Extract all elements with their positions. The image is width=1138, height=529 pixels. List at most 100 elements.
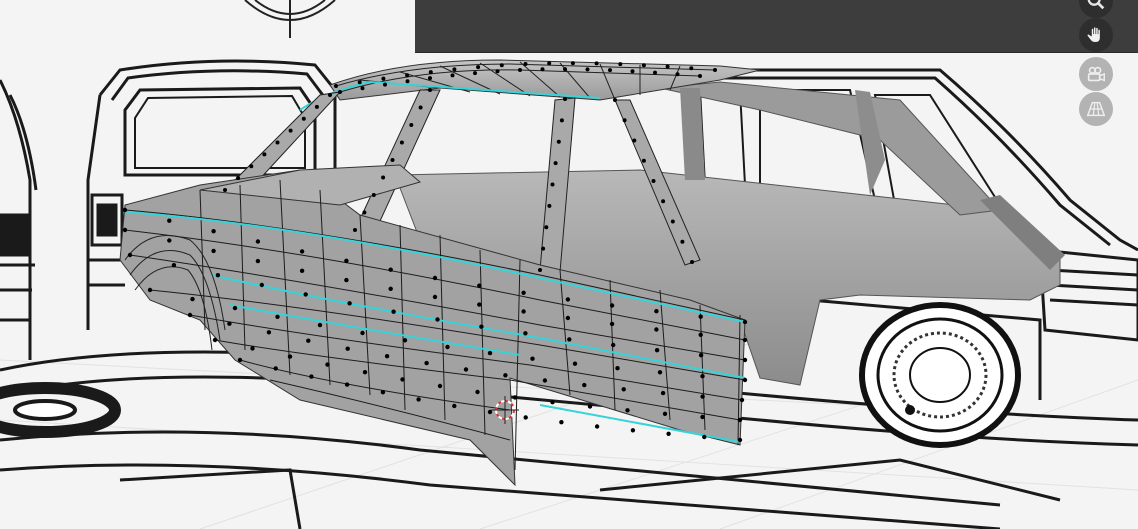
mesh-vertex[interactable]	[357, 80, 362, 85]
mesh-vertex[interactable]	[360, 330, 365, 336]
mesh-vertex[interactable]	[521, 309, 526, 314]
mesh-vertex[interactable]	[167, 218, 172, 223]
mesh-vertex[interactable]	[306, 338, 311, 343]
mesh-vertex[interactable]	[187, 312, 193, 318]
mesh-vertex[interactable]	[742, 319, 748, 325]
mesh-vertex[interactable]	[249, 164, 254, 169]
mesh-vertex[interactable]	[641, 158, 646, 163]
mesh-vertex[interactable]	[275, 314, 280, 319]
mesh-vertex[interactable]	[255, 239, 261, 244]
mesh-vertex[interactable]	[556, 139, 561, 144]
mesh-vertex[interactable]	[309, 374, 314, 379]
mesh-vertex[interactable]	[381, 175, 386, 180]
perspective-toggle-gizmo[interactable]	[1079, 92, 1113, 126]
mesh-vertex[interactable]	[405, 73, 410, 78]
mesh-vertex[interactable]	[559, 118, 564, 123]
mesh-vertex[interactable]	[565, 297, 571, 302]
mesh-vertex[interactable]	[435, 317, 440, 322]
mesh-vertex[interactable]	[542, 378, 548, 383]
mesh-vertex[interactable]	[428, 70, 433, 75]
mesh-vertex[interactable]	[689, 66, 694, 71]
mesh-vertex[interactable]	[344, 382, 350, 387]
mesh-vertex[interactable]	[273, 366, 278, 371]
mesh-vertex[interactable]	[670, 219, 675, 224]
mesh-vertex[interactable]	[698, 314, 703, 319]
mesh-vertex[interactable]	[608, 68, 612, 73]
mesh-vertex[interactable]	[641, 63, 646, 68]
mesh-vertex[interactable]	[585, 67, 590, 72]
mesh-vertex[interactable]	[237, 357, 243, 363]
mesh-vertex[interactable]	[563, 67, 567, 72]
mesh-vertex[interactable]	[255, 258, 261, 264]
mesh-vertex[interactable]	[567, 337, 572, 342]
mesh-vertex[interactable]	[416, 397, 421, 402]
mesh-vertex[interactable]	[353, 228, 357, 232]
mesh-vertex[interactable]	[660, 390, 666, 396]
mesh-vertex[interactable]	[362, 370, 368, 375]
mesh-vertex[interactable]	[630, 69, 635, 74]
mesh-vertex[interactable]	[122, 207, 128, 213]
mesh-vertex[interactable]	[475, 389, 480, 395]
mesh-vertex[interactable]	[587, 404, 593, 409]
mesh-vertex[interactable]	[654, 327, 659, 332]
mesh-vertex[interactable]	[259, 282, 264, 288]
mesh-vertex[interactable]	[742, 377, 748, 383]
mesh-vertex[interactable]	[550, 400, 555, 405]
mesh-vertex[interactable]	[737, 437, 743, 443]
mesh-vertex[interactable]	[211, 229, 216, 234]
mesh-vertex[interactable]	[632, 138, 637, 143]
mesh-vertex[interactable]	[328, 93, 332, 97]
mesh-vertex[interactable]	[570, 61, 575, 66]
mesh-vertex[interactable]	[211, 248, 216, 254]
viewport-canvas[interactable]	[0, 0, 1138, 529]
mesh-vertex[interactable]	[538, 268, 542, 272]
mesh-vertex[interactable]	[594, 61, 599, 66]
mesh-vertex[interactable]	[521, 290, 526, 295]
mesh-vertex[interactable]	[666, 431, 671, 436]
mesh-vertex[interactable]	[288, 128, 293, 133]
mesh-vertex[interactable]	[594, 424, 600, 429]
mesh-vertex[interactable]	[503, 373, 508, 378]
pan-gizmo[interactable]	[1079, 18, 1113, 52]
mesh-vertex[interactable]	[314, 104, 319, 109]
mesh-vertex[interactable]	[402, 338, 408, 343]
mesh-vertex[interactable]	[700, 394, 705, 399]
mesh-vertex[interactable]	[609, 321, 615, 327]
mesh-vertex[interactable]	[611, 342, 616, 348]
mesh-vertex[interactable]	[432, 275, 438, 281]
mesh-vertex[interactable]	[360, 86, 365, 91]
mesh-vertex[interactable]	[390, 158, 395, 162]
mesh-vertex[interactable]	[409, 123, 414, 127]
mesh-vertex[interactable]	[615, 366, 620, 371]
mesh-vertex[interactable]	[384, 354, 390, 359]
mesh-vertex[interactable]	[541, 246, 546, 251]
mesh-vertex[interactable]	[418, 105, 423, 110]
mesh-vertex[interactable]	[621, 387, 626, 392]
mesh-vertex[interactable]	[399, 140, 404, 145]
mesh-vertex[interactable]	[499, 63, 504, 68]
mesh-vertex[interactable]	[452, 403, 457, 409]
mesh-vertex[interactable]	[654, 348, 660, 353]
mesh-vertex[interactable]	[450, 73, 455, 78]
mesh-vertex[interactable]	[661, 199, 666, 204]
mesh-vertex[interactable]	[380, 390, 386, 395]
viewport-header[interactable]	[415, 0, 1138, 53]
mesh-vertex[interactable]	[550, 182, 555, 187]
mesh-vertex[interactable]	[212, 337, 218, 343]
mesh-vertex[interactable]	[476, 65, 481, 70]
mesh-vertex[interactable]	[690, 260, 694, 264]
mesh-vertex[interactable]	[445, 344, 450, 350]
mesh-vertex[interactable]	[301, 116, 306, 121]
mesh-vertex[interactable]	[698, 74, 702, 78]
mesh-vertex[interactable]	[299, 249, 305, 254]
mesh-vertex[interactable]	[275, 140, 280, 145]
mesh-vertex[interactable]	[236, 176, 241, 181]
mesh-vertex[interactable]	[477, 283, 482, 288]
mesh-vertex[interactable]	[232, 305, 238, 311]
mesh-vertex[interactable]	[657, 370, 663, 375]
mesh-vertex[interactable]	[680, 239, 685, 244]
mesh-vertex[interactable]	[227, 321, 232, 326]
mesh-vertex[interactable]	[477, 302, 482, 307]
mesh-vertex[interactable]	[700, 374, 705, 379]
mesh-vertex[interactable]	[215, 273, 221, 278]
